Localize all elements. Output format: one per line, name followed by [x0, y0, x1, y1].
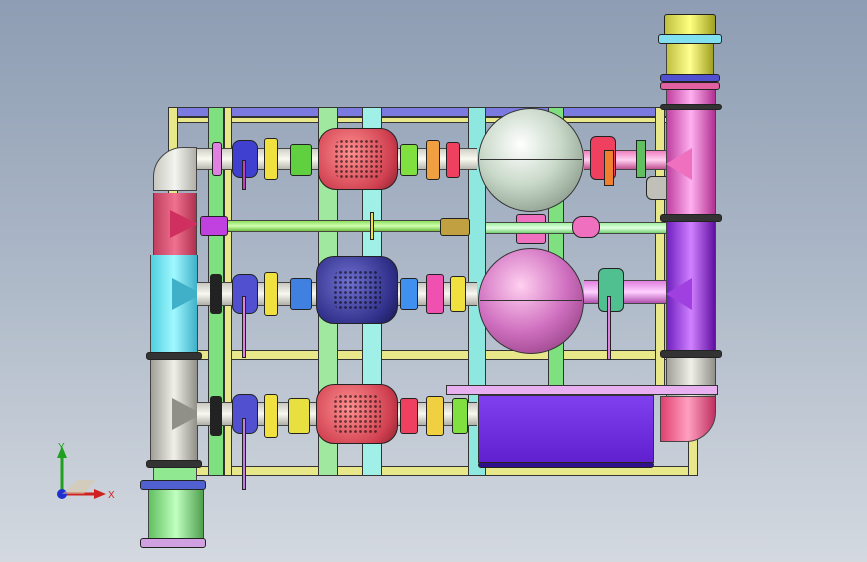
pump-line-1-fitting-green-2 [400, 144, 418, 176]
pressure-tank-2-seam [480, 300, 582, 301]
pump-1[interactable] [318, 128, 398, 190]
outlet-band-pink [660, 82, 720, 90]
pump-line-2-fitting-yellow-2 [450, 276, 466, 312]
pump-3-grille [333, 394, 381, 434]
manifold-fitting-pink [572, 216, 600, 238]
left-header-elbow [153, 147, 197, 191]
pump-line-3-flange-a [210, 396, 222, 436]
outlet-top-flange [658, 34, 722, 44]
bypass-valve-handle[interactable] [370, 212, 374, 240]
control-box[interactable] [478, 395, 654, 463]
pump-2-grille [333, 270, 381, 310]
pump-line-2-valve-handle[interactable] [242, 296, 246, 358]
pump-line-1-fitting-red [446, 142, 460, 178]
control-box-lid [446, 385, 718, 395]
pump-line-2-fitting-blue-2 [400, 278, 418, 310]
right-header-flange-2 [660, 214, 722, 222]
pump-line-2-fitting-blue [290, 278, 312, 310]
pump-line-3-fitting-yellow-2 [288, 398, 310, 434]
right-header-flange-1 [660, 104, 722, 110]
discharge-lower-handle[interactable] [607, 296, 611, 360]
pump-line-1-fitting-green [290, 144, 312, 176]
x-axis-arrow [94, 489, 106, 499]
outlet-band-blue [660, 74, 720, 82]
discharge-valve-orange[interactable] [604, 150, 614, 186]
pump-2[interactable] [316, 256, 398, 324]
bypass-fitting-end [440, 218, 470, 236]
right-tee-upper [666, 148, 692, 180]
discharge-lower-valve[interactable] [598, 268, 624, 312]
bypass-pipe [200, 220, 450, 232]
pump-line-3-valve-handle[interactable] [242, 418, 246, 490]
pump-line-2-flange-a [210, 274, 222, 314]
pump-1-grille [334, 139, 382, 179]
pressure-tank-2[interactable] [478, 248, 584, 354]
outlet-top-body [666, 44, 714, 74]
control-box-feet [478, 462, 654, 468]
frame-top-rail-inner [168, 117, 668, 123]
pump-line-3-fitting-green [452, 398, 468, 434]
right-tee-lower [666, 278, 692, 310]
discharge-valve-green[interactable] [636, 140, 646, 178]
pump-line-1-valve-handle[interactable] [242, 160, 246, 190]
frame-upright-yellow-2 [655, 107, 665, 387]
pump-line-3-fitting-yellow-3 [426, 396, 444, 436]
pump-line-3-fitting-yellow [264, 394, 278, 438]
right-header-flange-3 [660, 350, 722, 358]
pump-3[interactable] [316, 384, 398, 444]
frame-top-rail [168, 107, 668, 117]
pump-line-2-fitting-yellow [264, 272, 278, 316]
inlet-flange-blue [140, 480, 206, 490]
left-header-flange-1 [146, 352, 202, 360]
x-axis-label: X [108, 490, 115, 501]
outlet-top-cap [664, 14, 716, 36]
inlet-pipe [148, 490, 204, 540]
triad-plane [62, 480, 96, 494]
right-header-elbow [660, 396, 716, 442]
inlet-flange-bottom [140, 538, 206, 548]
left-header-flange-2 [146, 460, 202, 468]
y-axis-label: Y [58, 442, 65, 453]
pump-line-3-fitting-red [400, 398, 418, 434]
tee-top [170, 210, 198, 238]
pressure-tank-1[interactable] [478, 108, 584, 212]
pump-line-2-fitting-pink [426, 274, 444, 314]
cad-viewport[interactable]: Y X [0, 0, 867, 562]
pump-line-1-fitting-yellow [264, 138, 278, 180]
pump-line-1-fitting-orange [426, 140, 440, 180]
pressure-tank-1-seam [480, 159, 582, 160]
bypass-fitting-magenta [200, 216, 228, 236]
axis-triad: Y X [57, 442, 115, 501]
pump-line-1-flange-a [212, 142, 222, 176]
